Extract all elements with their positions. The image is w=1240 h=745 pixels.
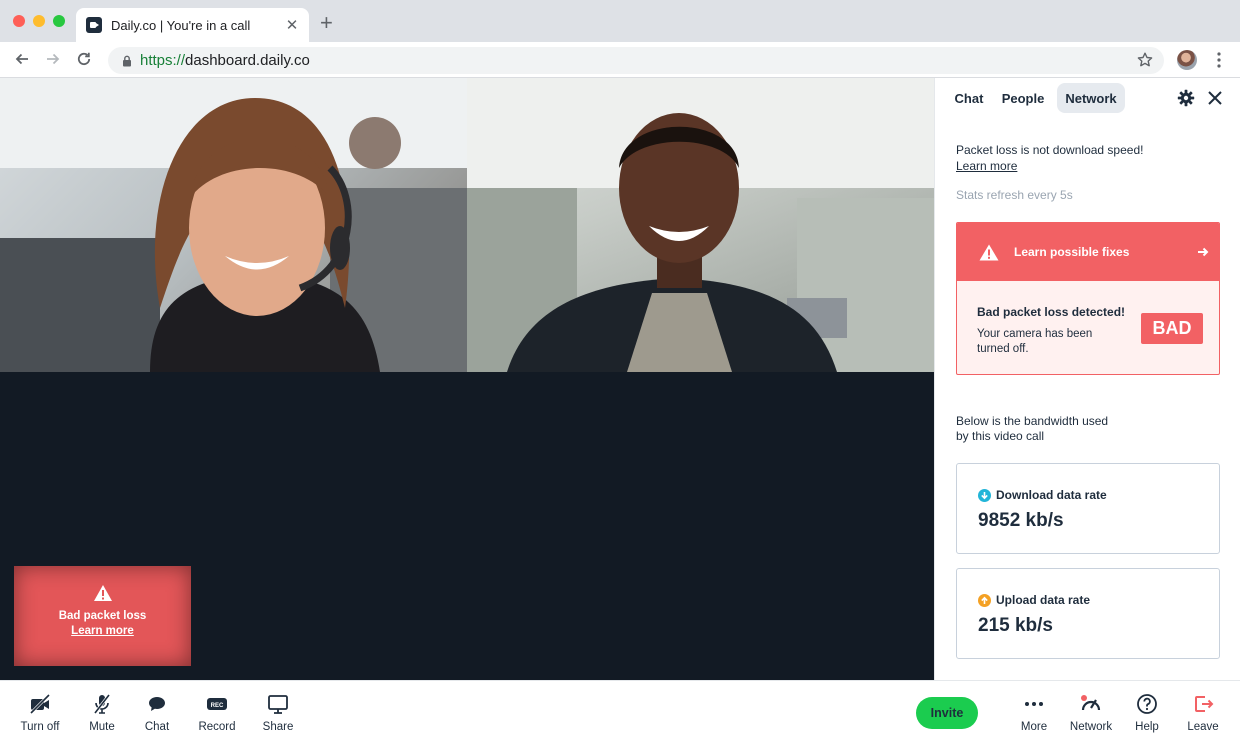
browser-toolbar: https:// dashboard.daily.co	[0, 42, 1240, 78]
bookmark-star-icon[interactable]	[1136, 51, 1154, 69]
minimize-window-button[interactable]	[33, 15, 45, 27]
browser-menu-icon[interactable]	[1214, 51, 1224, 69]
profile-avatar[interactable]	[1177, 50, 1197, 70]
leave-label: Leave	[1187, 721, 1219, 733]
more-dots-icon	[1025, 702, 1043, 706]
help-icon	[1137, 694, 1157, 714]
chat-button[interactable]: Chat	[127, 681, 187, 745]
participant-video-woman[interactable]	[0, 78, 467, 372]
call-tray: Turn off Mute Chat REC Record Share Invi…	[0, 680, 1240, 744]
tab-title: Daily.co | You're in a call	[111, 17, 251, 33]
download-rate-label: Download data rate	[996, 488, 1107, 502]
download-arrow-icon	[978, 488, 991, 502]
bad-packet-loss-toast: Bad packet loss Learn more	[14, 566, 191, 666]
svg-text:REC: REC	[211, 703, 224, 709]
warning-icon	[979, 244, 999, 260]
packet-loss-alert: Learn possible fixes Bad packet loss det…	[956, 222, 1220, 375]
forward-arrow-icon[interactable]	[44, 50, 62, 68]
help-button[interactable]: Help	[1117, 681, 1177, 745]
learn-more-link[interactable]: Learn more	[956, 159, 1017, 173]
participant-1-image	[0, 78, 467, 372]
participant-2-image	[467, 78, 934, 372]
url-scheme: https://	[140, 52, 186, 69]
participant-video-man[interactable]	[467, 78, 934, 372]
url-host: dashboard.daily.co	[185, 52, 310, 69]
more-button[interactable]: More	[1004, 681, 1064, 745]
invite-button[interactable]: Invite	[916, 697, 978, 729]
warning-icon	[93, 585, 112, 601]
record-icon: REC	[207, 698, 227, 710]
browser-tab[interactable]: Daily.co | You're in a call ✕	[76, 8, 309, 42]
tab-close-icon[interactable]: ✕	[285, 16, 299, 34]
arrow-right-icon	[1198, 247, 1209, 257]
record-button[interactable]: REC Record	[187, 681, 247, 745]
mute-label: Mute	[89, 721, 115, 733]
share-screen-button[interactable]: Share	[248, 681, 308, 745]
more-label: More	[1020, 721, 1048, 733]
download-rate-card: Download data rate 9852 kb/s	[956, 463, 1220, 554]
lock-icon	[123, 55, 131, 66]
new-tab-button[interactable]: +	[320, 12, 333, 34]
record-label: Record	[198, 721, 236, 733]
network-gauge-icon	[1081, 695, 1101, 711]
upload-arrow-icon	[978, 593, 991, 607]
upload-rate-label: Upload data rate	[996, 593, 1091, 607]
back-arrow-icon[interactable]	[13, 50, 31, 68]
leave-button[interactable]: Leave	[1173, 681, 1233, 745]
upload-rate-value: 215 kb/s	[978, 615, 1053, 636]
toast-learn-more-link[interactable]: Learn more	[71, 625, 134, 637]
download-rate-value: 9852 kb/s	[978, 510, 1064, 531]
reload-icon[interactable]	[75, 50, 93, 68]
upload-rate-label-row: Upload data rate	[978, 593, 1090, 607]
stats-refresh-note: Stats refresh every 5s	[956, 188, 1073, 202]
tab-network[interactable]: Network	[1057, 83, 1125, 113]
bandwidth-note: Below is the bandwidth used by this vide…	[956, 414, 1109, 443]
alert-body: Your camera has been turned off.	[977, 328, 1093, 355]
address-bar[interactable]: https:// dashboard.daily.co	[108, 47, 1164, 74]
packet-loss-note: Packet loss is not download speed!	[956, 143, 1144, 157]
mute-button[interactable]: Mute	[72, 681, 132, 745]
network-panel: Chat People Network Packet loss is not d…	[934, 78, 1240, 680]
maximize-window-button[interactable]	[53, 15, 65, 27]
learn-possible-fixes-button[interactable]: Learn possible fixes	[957, 223, 1219, 281]
turn-off-camera-button[interactable]: Turn off	[10, 681, 70, 745]
call-stage: Bad packet loss Learn more	[0, 78, 934, 680]
chat-bubble-icon	[149, 697, 165, 711]
gear-icon[interactable]	[1177, 89, 1195, 107]
close-panel-icon[interactable]	[1207, 90, 1223, 106]
tab-people[interactable]: People	[997, 83, 1049, 113]
toast-title: Bad packet loss	[58, 610, 147, 622]
leave-icon	[1195, 696, 1214, 712]
mic-off-icon	[93, 694, 111, 714]
chat-label: Chat	[144, 721, 170, 733]
upload-rate-card: Upload data rate 215 kb/s	[956, 568, 1220, 659]
camera-off-icon	[29, 693, 51, 715]
screen-share-icon	[268, 695, 288, 714]
turn-off-label: Turn off	[20, 721, 60, 733]
alert-title: Bad packet loss detected!	[977, 305, 1126, 319]
browser-titlebar: Daily.co | You're in a call ✕ +	[0, 0, 1240, 42]
help-label: Help	[1135, 721, 1159, 733]
share-label: Share	[262, 721, 294, 733]
network-label: Network	[1069, 721, 1113, 733]
tab-chat[interactable]: Chat	[949, 83, 989, 113]
download-rate-label-row: Download data rate	[978, 488, 1107, 502]
bad-status-badge: BAD	[1141, 313, 1203, 344]
close-window-button[interactable]	[13, 15, 25, 27]
daily-favicon-icon	[86, 17, 102, 33]
learn-possible-fixes-label: Learn possible fixes	[1014, 245, 1130, 259]
network-button[interactable]: Network	[1061, 681, 1121, 745]
